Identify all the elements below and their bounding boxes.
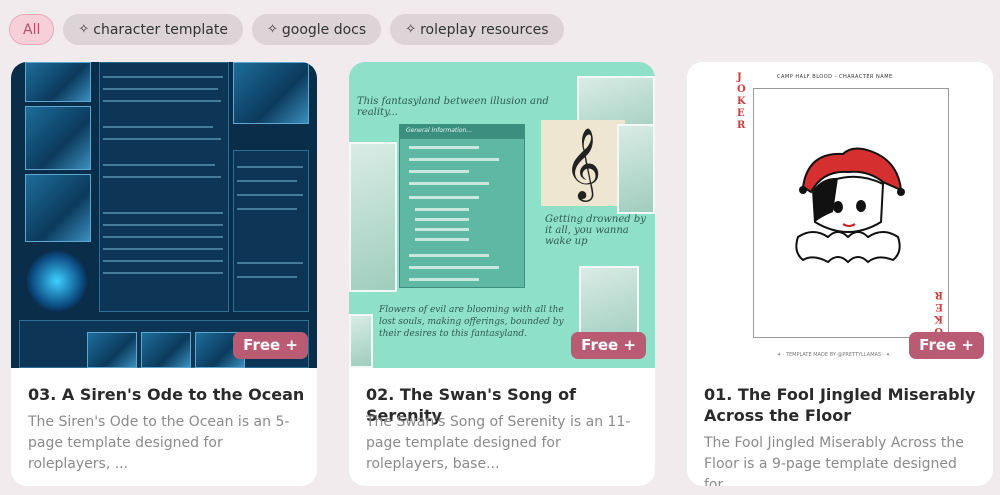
card-description: The Siren's Ode to the Ocean is an 5-pag… — [28, 414, 290, 472]
whale-illustration — [25, 250, 89, 312]
template-card[interactable]: Free + 03. A Siren's Ode to the Ocean Th… — [11, 62, 317, 486]
filter-chip-label: google docs — [281, 21, 367, 38]
filter-chip-label: All — [23, 21, 41, 38]
card-description: The Fool Jingled Miserably Across the Fl… — [704, 435, 964, 486]
card-title[interactable]: 01. The Fool Jingled Miserably Across th… — [704, 384, 984, 426]
template-thumbnail[interactable]: This fantasyland between illusion and re… — [349, 62, 655, 368]
card-number: 02. — [366, 385, 395, 404]
filter-chip-character-template[interactable]: ✧ character template — [63, 14, 243, 45]
info-header: General Information... — [406, 127, 473, 134]
template-footer: ✦ · TEMPLATE MADE BY @PRETTYLLAMAS · ✦ — [777, 352, 891, 358]
script-text: This fantasyland between illusion and re… — [357, 96, 549, 118]
template-thumbnail[interactable]: JOKER CAMP HALF BLOOD - CHARACTER NAME J… — [687, 62, 993, 368]
price-badge: Free + — [233, 332, 308, 359]
price-badge: Free + — [571, 332, 646, 359]
card-number: 01. — [704, 385, 733, 404]
card-description: The Swan's Song of Serenity is an 11-pag… — [366, 414, 631, 472]
filter-chip-all[interactable]: All — [9, 14, 55, 45]
card-title-text: The Fool Jingled Miserably Across the Fl… — [704, 385, 976, 425]
template-card[interactable]: JOKER CAMP HALF BLOOD - CHARACTER NAME J… — [687, 62, 993, 486]
card-number: 03. — [28, 385, 57, 404]
sparkle-icon: ✧ — [405, 22, 417, 37]
sparkle-icon: ✧ — [78, 22, 90, 37]
filter-chip-label: roleplay resources — [420, 21, 549, 38]
filter-chip-roleplay-resources[interactable]: ✧ roleplay resources — [390, 14, 564, 45]
filter-bar: All ✧ character template ✧ google docs ✧ ro… — [9, 14, 564, 45]
jester-illustration — [795, 147, 905, 264]
script-text: Getting drowned by it all, you wanna wak… — [545, 214, 646, 247]
joker-letters: JOKER — [737, 72, 746, 131]
sparkle-icon: ✧ — [266, 22, 278, 37]
treble-clef-icon: 𝄞 — [541, 120, 625, 206]
card-title[interactable]: 03. A Siren's Ode to the Ocean — [28, 384, 308, 405]
filter-chip-google-docs[interactable]: ✧ google docs — [251, 14, 382, 45]
filter-chip-label: character template — [93, 21, 228, 38]
script-text: Flowers of evil are blooming with all th… — [379, 305, 564, 339]
price-badge: Free + — [909, 332, 984, 359]
template-thumbnail[interactable] — [11, 62, 317, 368]
template-header: CAMP HALF BLOOD - CHARACTER NAME — [777, 74, 893, 80]
card-title-text: A Siren's Ode to the Ocean — [61, 385, 305, 404]
template-card[interactable]: This fantasyland between illusion and re… — [349, 62, 655, 486]
